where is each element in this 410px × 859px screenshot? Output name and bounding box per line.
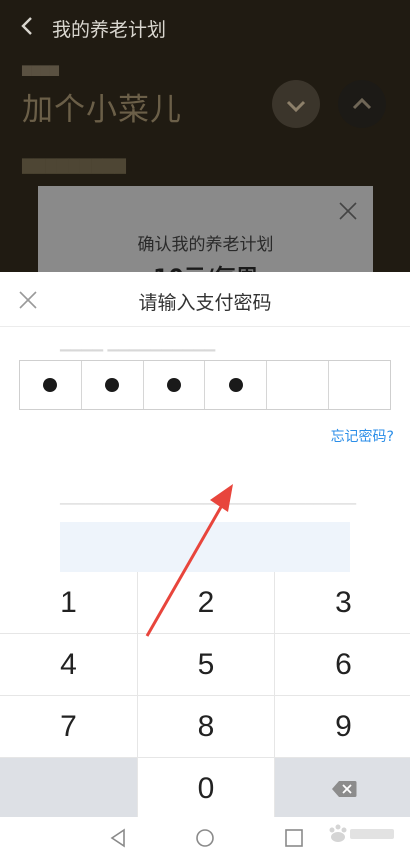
plan-name: 加个小菜儿 [22, 92, 182, 128]
key-8[interactable]: 8 [138, 696, 274, 757]
password-digit-box [82, 361, 144, 409]
key-9[interactable]: 9 [275, 696, 410, 757]
password-input-boxes[interactable] [19, 360, 391, 410]
key-0[interactable]: 0 [138, 758, 274, 819]
key-3[interactable]: 3 [275, 572, 410, 633]
background-page: 我的养老计划 ▆▆▆▆ 加个小菜儿 ▇▇▇▇▇▇▇▇▇ 确认我的养老计划 10元… [0, 0, 410, 272]
password-dot [105, 378, 120, 392]
password-digit-box [144, 361, 206, 409]
top-bar: 我的养老计划 [0, 0, 410, 56]
password-digit-box [329, 361, 390, 409]
key-delete[interactable] [275, 758, 410, 819]
nav-recents-icon[interactable] [281, 825, 307, 851]
password-digit-box [20, 361, 82, 409]
key-5[interactable]: 5 [138, 634, 274, 695]
password-dot [228, 378, 243, 392]
password-digit-box [205, 361, 268, 409]
password-dot [43, 378, 58, 392]
key-1[interactable]: 1 [0, 572, 137, 633]
check-circle-icon [272, 80, 320, 128]
forgot-password-link[interactable]: 忘记密码? [331, 426, 394, 446]
dialog-amount: 10元/每周 [38, 260, 373, 272]
key-7[interactable]: 7 [0, 696, 137, 757]
key-blank [0, 758, 137, 819]
plan-label-placeholder: ▆▆▆▆ [22, 62, 59, 76]
baidu-watermark-logo [329, 824, 394, 842]
key-2[interactable]: 2 [138, 572, 274, 633]
nav-home-icon[interactable] [192, 825, 218, 851]
background-button-ghost [60, 522, 350, 572]
plan-subtitle-placeholder: ▇▇▇▇▇▇▇▇▇ [22, 156, 126, 174]
password-dot [167, 378, 182, 392]
sheet-title: 请输入支付密码 [138, 292, 272, 314]
collapse-circle-icon [338, 80, 386, 128]
divider [0, 326, 410, 327]
back-arrow-icon[interactable] [16, 14, 40, 38]
dialog-title: 确认我的养老计划 [137, 235, 274, 255]
nav-back-icon[interactable] [105, 825, 131, 851]
page-title: 我的养老计划 [52, 19, 167, 41]
key-4[interactable]: 4 [0, 634, 137, 695]
payment-password-sheet: 请输入支付密码 ▁▁▁▁ ▁▁▁▁▁▁▁▁▁▁ 忘记密码? ▁▁▁▁▁▁▁▁▁▁… [0, 272, 410, 572]
background-text-ghost-2: ▁▁▁▁▁▁▁▁▁▁▁▁▁▁▁▁▁▁▁▁▁▁▁▁▁▁▁▁▁▁▁▁▁▁▁ [60, 492, 357, 505]
background-text-ghost: ▁▁▁▁ ▁▁▁▁▁▁▁▁▁▁ [60, 336, 216, 352]
numeric-keypad: 123 456 7890 [0, 572, 410, 819]
backspace-icon [331, 780, 356, 797]
password-digit-box [267, 361, 330, 409]
dialog-close-icon[interactable] [337, 200, 359, 222]
key-6[interactable]: 6 [275, 634, 410, 695]
confirm-dialog: 确认我的养老计划 10元/每周 [38, 186, 373, 272]
